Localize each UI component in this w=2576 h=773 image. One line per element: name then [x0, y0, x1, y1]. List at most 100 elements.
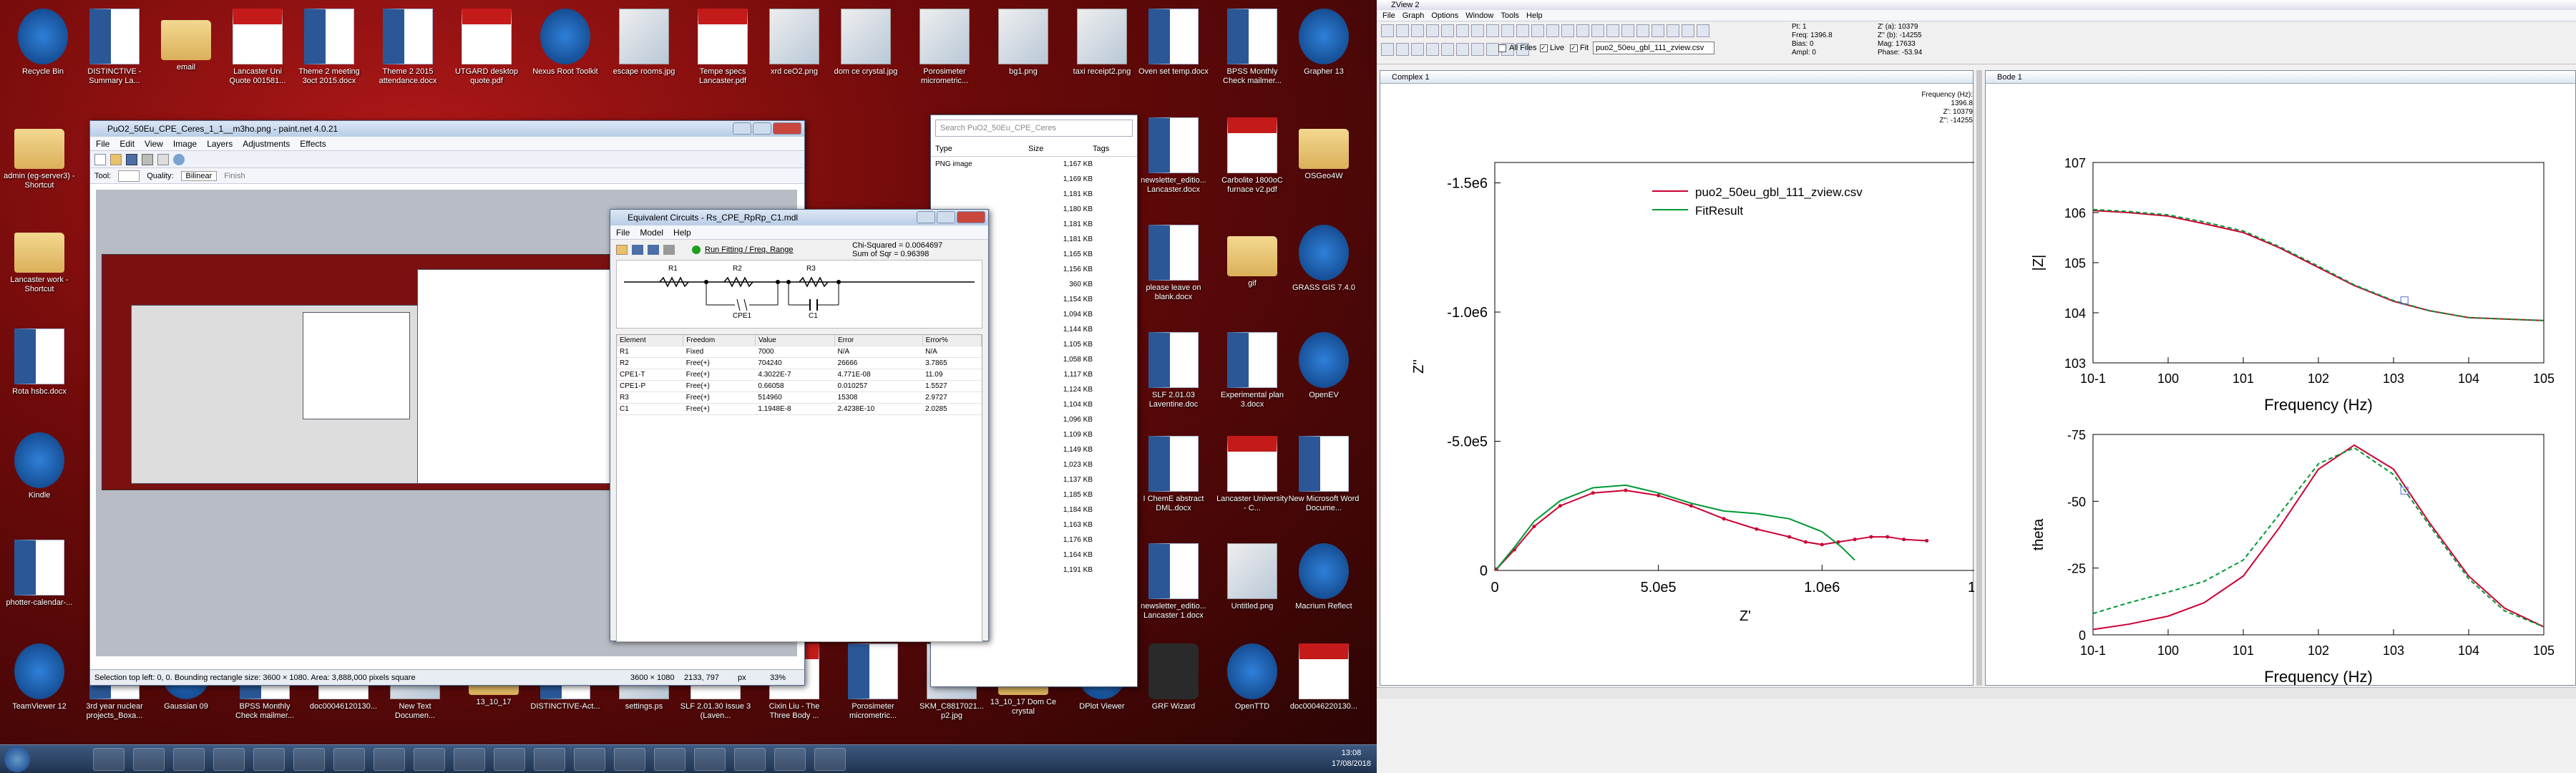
- list-item[interactable]: 1,169 KB: [931, 172, 1137, 187]
- taskbar-app-icon[interactable]: [253, 748, 285, 771]
- quality-select[interactable]: Bilinear: [180, 170, 218, 181]
- zv-menu-help[interactable]: Help: [1526, 10, 1543, 21]
- desktop-icon[interactable]: newsletter_editio... Lancaster 1.docx: [1138, 540, 1209, 626]
- toolbar-icon[interactable]: [1411, 24, 1424, 37]
- desktop-icon[interactable]: GRASS GIS 7.4.0: [1288, 222, 1360, 308]
- desktop-icon[interactable]: Theme 2 meeting 3oct 2015.docx: [293, 6, 365, 92]
- taskbar-app-icon[interactable]: [494, 748, 525, 771]
- taskbar-app-icon[interactable]: [133, 748, 165, 771]
- zv-menu-window[interactable]: Window: [1465, 10, 1493, 21]
- table-row[interactable]: R1 Fixed 7000 N/A N/A: [617, 346, 982, 358]
- eqc-maximize-button[interactable]: [937, 211, 955, 223]
- eqc-menu-file[interactable]: File: [616, 225, 630, 239]
- status-unit[interactable]: px: [738, 670, 746, 686]
- menu-view[interactable]: View: [145, 137, 163, 150]
- desktop-icon[interactable]: escape rooms.jpg: [608, 6, 680, 92]
- fit-checkbox[interactable]: ✓: [1570, 44, 1578, 52]
- desktop-icon[interactable]: dom ce crystal.jpg: [830, 6, 902, 92]
- taskbar-app-icon[interactable]: [93, 748, 125, 771]
- toolbar-icon[interactable]: [1411, 43, 1424, 56]
- col-value[interactable]: Value: [755, 335, 836, 346]
- desktop-icon[interactable]: xrd ceO2.png: [758, 6, 830, 92]
- taskbar-app-icon[interactable]: [293, 748, 325, 771]
- desktop-icon[interactable]: Lancaster work - Shortcut: [4, 218, 75, 304]
- desktop-icon[interactable]: UTGARD desktop quote.pdf: [451, 6, 522, 92]
- toolbar-icon[interactable]: [1456, 43, 1469, 56]
- toolbar-icon[interactable]: [1501, 24, 1514, 37]
- desktop-icon[interactable]: email: [150, 6, 222, 92]
- col-size[interactable]: Size: [1028, 141, 1093, 156]
- desktop-icon[interactable]: SLF 2.01.03 Laventine.doc: [1138, 329, 1209, 415]
- desktop-icon[interactable]: OpenEV: [1288, 329, 1360, 415]
- desktop-icon[interactable]: OpenTTD: [1216, 641, 1288, 726]
- desktop-icon[interactable]: BPSS Monthly Check mailmer...: [1216, 6, 1288, 92]
- desktop-icon[interactable]: Grapher 13: [1288, 6, 1360, 92]
- toolbar-icon[interactable]: [1531, 24, 1544, 37]
- taskbar-app-icon[interactable]: [173, 748, 205, 771]
- taskbar-app-icon[interactable]: [333, 748, 365, 771]
- desktop-icon[interactable]: doc00046220130...: [1288, 641, 1360, 726]
- undo-icon[interactable]: [173, 153, 185, 165]
- menu-adjustments[interactable]: Adjustments: [243, 137, 290, 150]
- new-icon[interactable]: [94, 153, 106, 165]
- toolbar-icon[interactable]: [1546, 24, 1559, 37]
- splitter[interactable]: [1976, 70, 1982, 686]
- toolbar-icon[interactable]: [1606, 24, 1619, 37]
- open-icon[interactable]: [110, 153, 122, 165]
- print-icon[interactable]: [142, 153, 153, 165]
- desktop-icon[interactable]: Untitled.png: [1216, 540, 1288, 626]
- toolbar-icon[interactable]: [1591, 24, 1604, 37]
- file-select[interactable]: puo2_50eu_gbl_111_zview.csv: [1593, 42, 1714, 54]
- desktop-icon[interactable]: Nexus Root Toolkit: [530, 6, 601, 92]
- col-freedom[interactable]: Freedom: [683, 335, 756, 346]
- menu-file[interactable]: File: [96, 137, 109, 150]
- desktop-icon[interactable]: Porosimeter micrometric...: [909, 6, 980, 92]
- desktop-icon[interactable]: GRF Wizard: [1138, 641, 1209, 726]
- toolbar-icon[interactable]: [1621, 24, 1634, 37]
- taskbar-app-icon[interactable]: [213, 748, 245, 771]
- table-cell[interactable]: 7000: [755, 346, 835, 358]
- live-checkbox[interactable]: ✓: [1540, 44, 1548, 52]
- desktop-icon[interactable]: Experimental plan 3.docx: [1216, 329, 1288, 415]
- eqc-titlebar[interactable]: Equivalent Circuits - Rs_CPE_RpRp_C1.mdl: [610, 210, 988, 225]
- table-row[interactable]: CPE1-T Free(+) 4.3022E-7 4.771E-08 11.09: [617, 369, 982, 381]
- start-button[interactable]: [4, 747, 30, 772]
- run-icon[interactable]: [692, 245, 701, 254]
- zview-titlebar[interactable]: ZView 2: [1377, 0, 2576, 10]
- toolbar-icon[interactable]: [1576, 24, 1589, 37]
- table-row[interactable]: CPE1-P Free(+) 0.66058 0.010257 1.5527: [617, 380, 982, 392]
- col-error-pct[interactable]: Error%: [922, 335, 982, 346]
- col-element[interactable]: Element: [617, 335, 684, 346]
- list-item[interactable]: 1,181 KB: [931, 187, 1137, 202]
- complex-titlebar[interactable]: Complex 1: [1380, 71, 1973, 84]
- table-cell[interactable]: 4.3022E-7: [755, 369, 835, 381]
- save-icon[interactable]: [126, 153, 137, 165]
- list-item[interactable]: PNG image 1,167 KB: [931, 157, 1137, 172]
- save-as-icon[interactable]: [648, 245, 659, 255]
- toolbar-icon[interactable]: [1471, 24, 1484, 37]
- taskbar-app-icon[interactable]: [374, 748, 405, 771]
- toolbar-icon[interactable]: [1426, 24, 1439, 37]
- desktop-icon[interactable]: bg1.png: [987, 6, 1059, 92]
- menu-effects[interactable]: Effects: [300, 137, 326, 150]
- col-tags[interactable]: Tags: [1093, 141, 1109, 156]
- status-zoom[interactable]: 33%: [770, 670, 786, 686]
- eqc-minimize-button[interactable]: [917, 211, 935, 223]
- col-type[interactable]: Type: [935, 141, 1028, 156]
- cut-icon[interactable]: [157, 153, 169, 165]
- toolbar-icon[interactable]: [1381, 43, 1394, 56]
- menu-edit[interactable]: Edit: [119, 137, 135, 150]
- eqc-menu-model[interactable]: Model: [640, 225, 663, 239]
- desktop-icon[interactable]: Tempe specs Lancaster.pdf: [687, 6, 758, 92]
- paint-titlebar[interactable]: PuO2_50Eu_CPE_Ceres_1_1__m3ho.png - pain…: [90, 121, 804, 137]
- toolbar-icon[interactable]: [1441, 43, 1454, 56]
- zview-hscroll[interactable]: [1377, 687, 2576, 699]
- desktop-icon[interactable]: Oven set temp.docx: [1138, 6, 1209, 92]
- open-icon[interactable]: [616, 245, 628, 255]
- maximize-button[interactable]: [753, 122, 771, 135]
- table-cell[interactable]: 0.66058: [755, 380, 835, 392]
- run-fitting-button[interactable]: Run Fitting / Freq. Range: [705, 245, 794, 254]
- toolbar-icon[interactable]: [1456, 24, 1469, 37]
- eqc-close-button[interactable]: [957, 211, 985, 223]
- taskbar-app-icon[interactable]: [654, 748, 686, 771]
